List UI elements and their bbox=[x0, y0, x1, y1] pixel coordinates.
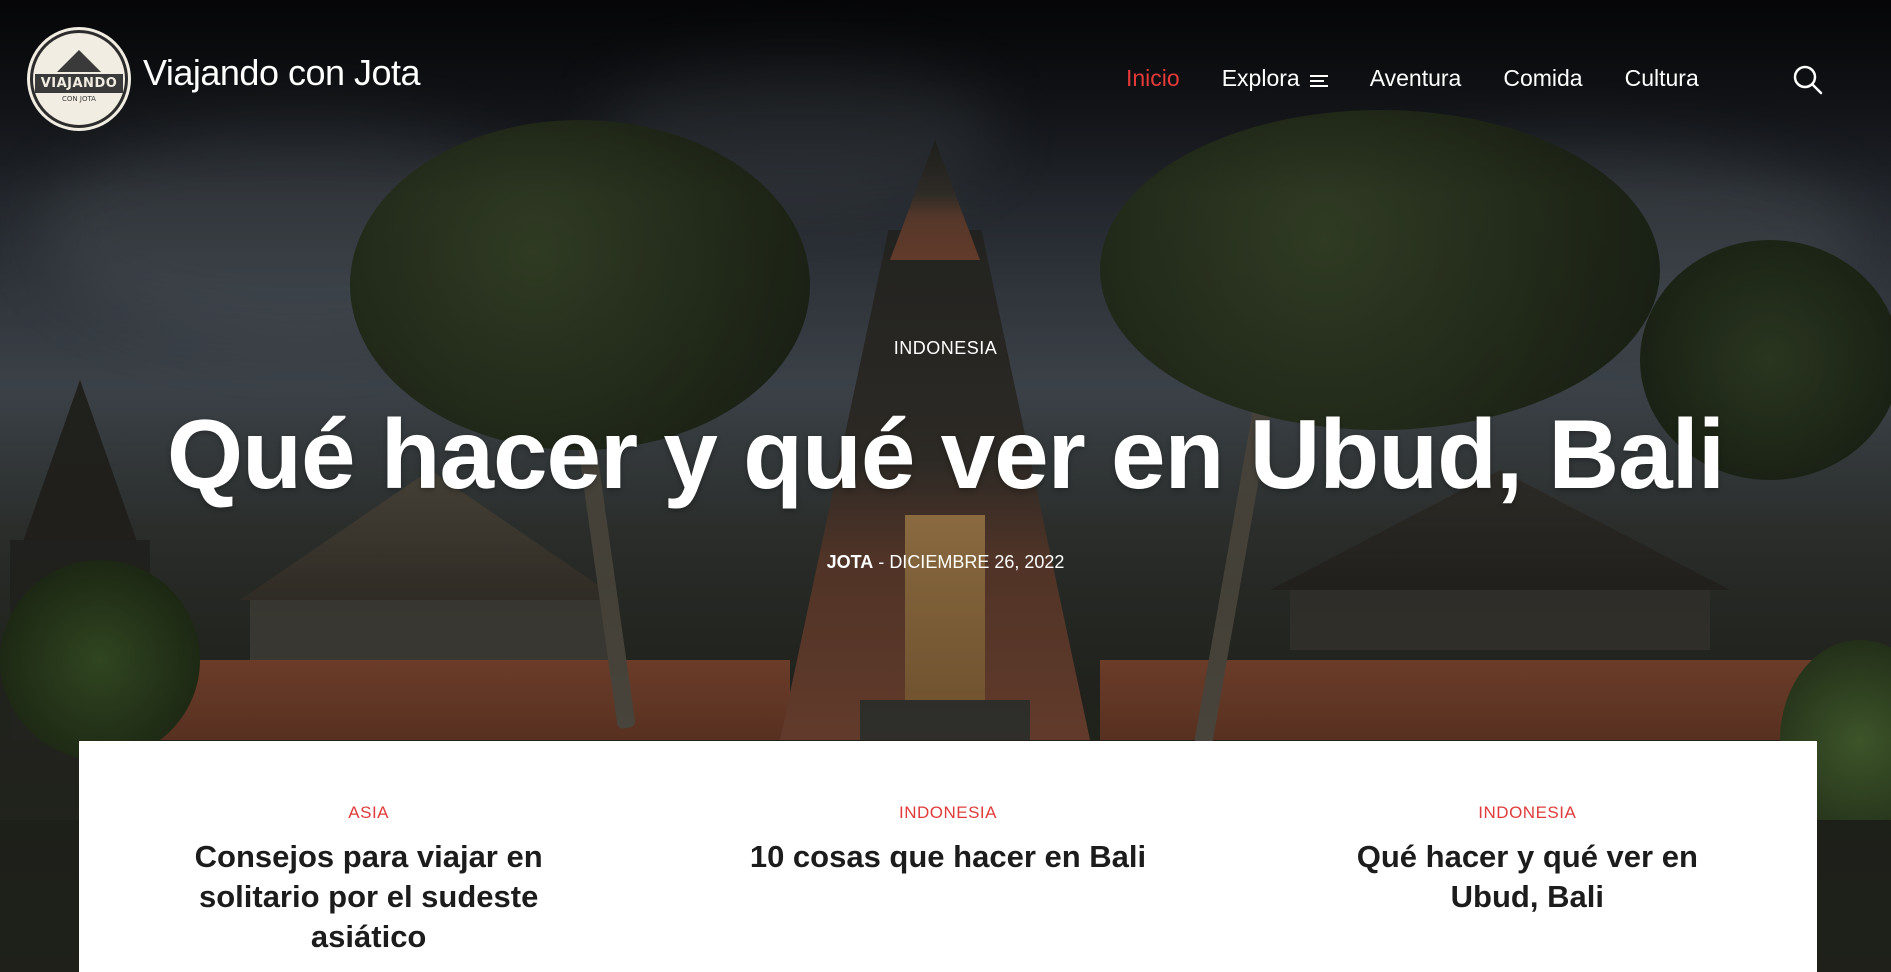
nav-item-label: Cultura bbox=[1624, 64, 1699, 91]
hero-title[interactable]: Qué hacer y qué ver en Ubud, Bali bbox=[0, 398, 1891, 511]
post-card[interactable]: INDONESIA 10 cosas que hacer en Bali bbox=[658, 741, 1237, 972]
site-logo[interactable]: VIAJANDO CON JOTA bbox=[30, 30, 128, 128]
nav-item-label: Inicio bbox=[1126, 64, 1180, 91]
nav-item-label: Explora bbox=[1221, 64, 1300, 91]
post-card[interactable]: ASIA Consejos para viajar en solitario p… bbox=[79, 741, 658, 972]
card-category[interactable]: INDONESIA bbox=[1238, 803, 1817, 823]
featured-posts: ASIA Consejos para viajar en solitario p… bbox=[79, 741, 1817, 972]
nav-item-label: Aventura bbox=[1369, 64, 1462, 91]
nav-item-aventura[interactable]: Aventura bbox=[1370, 65, 1462, 92]
card-title[interactable]: 10 cosas que hacer en Bali bbox=[738, 837, 1158, 877]
menu-lines-icon bbox=[1309, 74, 1328, 89]
nav-item-comida[interactable]: Comida bbox=[1503, 65, 1582, 92]
mountain-icon bbox=[57, 49, 101, 72]
hero-meta: JOTA - DICIEMBRE 26, 2022 bbox=[0, 552, 1891, 573]
hero-date: DICIEMBRE 26, 2022 bbox=[889, 552, 1065, 572]
post-card[interactable]: INDONESIA Qué hacer y qué ver en Ubud, B… bbox=[1238, 741, 1817, 972]
nav-item-explora[interactable]: Explora bbox=[1222, 65, 1328, 92]
card-title[interactable]: Qué hacer y qué ver en Ubud, Bali bbox=[1347, 837, 1707, 917]
meta-separator: - bbox=[878, 552, 885, 572]
site-title[interactable]: Viajando con Jota bbox=[143, 52, 421, 94]
card-title[interactable]: Consejos para viajar en solitario por el… bbox=[189, 837, 549, 957]
logo-subtext: CON JOTA bbox=[62, 94, 96, 103]
nav-item-cultura[interactable]: Cultura bbox=[1625, 65, 1699, 92]
hero-author[interactable]: JOTA bbox=[827, 552, 874, 572]
nav-item-label: Comida bbox=[1503, 64, 1583, 91]
site-header: VIAJANDO CON JOTA Viajando con Jota Inic… bbox=[0, 0, 1891, 156]
card-category[interactable]: ASIA bbox=[79, 803, 658, 823]
nav-item-inicio[interactable]: Inicio bbox=[1126, 65, 1180, 92]
hero-category[interactable]: INDONESIA bbox=[0, 338, 1891, 359]
logo-text: VIAJANDO bbox=[34, 73, 124, 93]
card-category[interactable]: INDONESIA bbox=[658, 803, 1237, 823]
main-nav: Inicio Explora Aventura Comida Cultura bbox=[1126, 61, 1741, 95]
search-icon[interactable] bbox=[1792, 64, 1824, 96]
